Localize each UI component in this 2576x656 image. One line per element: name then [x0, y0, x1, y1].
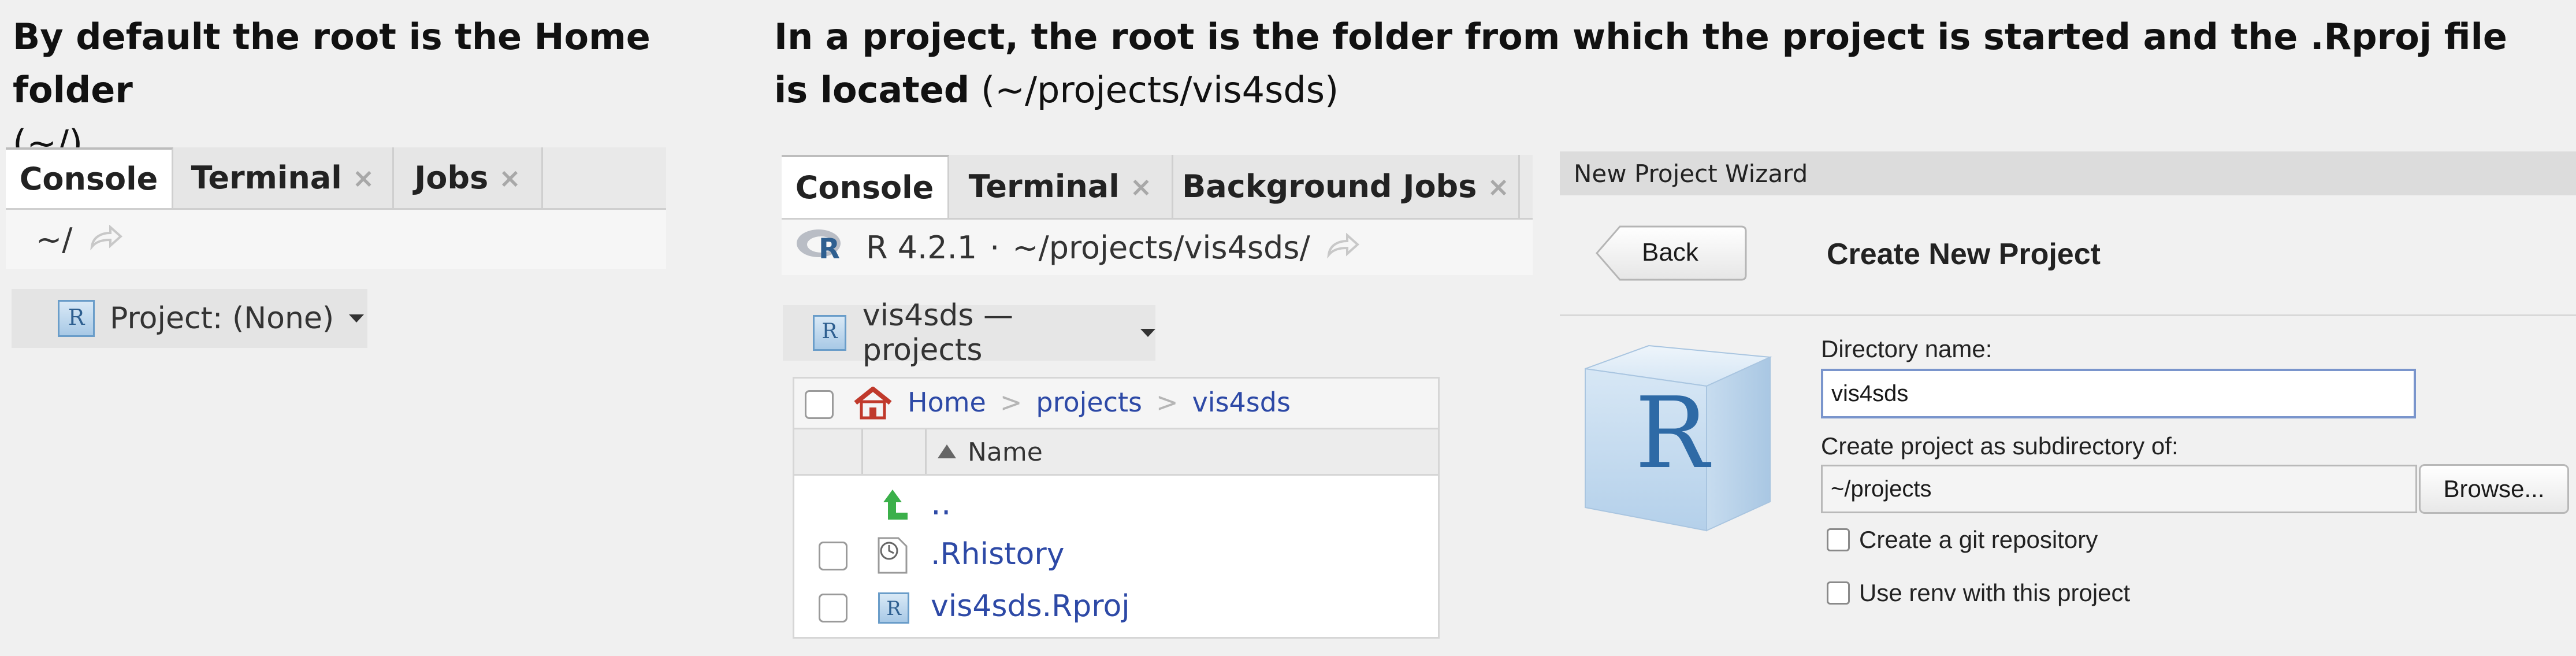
directory-name-value: vis4sds: [1831, 380, 1909, 406]
right-caption-line1: In a project, the root is the folder fro…: [774, 16, 2507, 58]
tab-background-jobs-label: Background Jobs: [1182, 168, 1477, 205]
close-icon[interactable]: ×: [1130, 171, 1153, 202]
left-caption-bold: By default the root is the Home folder: [13, 16, 650, 111]
breadcrumb-projects[interactable]: projects: [1036, 387, 1142, 418]
renv-option[interactable]: Use renv with this project: [1827, 579, 2130, 607]
column-header-name[interactable]: Name: [968, 438, 1043, 467]
sort-ascending-icon[interactable]: [938, 444, 956, 458]
wizard-title-bar: New Project Wizard: [1560, 151, 2576, 195]
r-project-icon: R: [58, 300, 95, 337]
tab-console[interactable]: Console: [6, 147, 173, 208]
breadcrumb-separator: >: [999, 387, 1023, 418]
left-caption: By default the root is the Home folder (…: [13, 10, 729, 170]
tab-console-label: Console: [19, 161, 158, 197]
middle-project-selector[interactable]: R vis4sds — projects: [783, 298, 1155, 368]
left-console-pathbar: ~/: [6, 210, 666, 269]
wizard-divider: [1560, 314, 2576, 316]
back-button-label: Back: [1642, 238, 1698, 266]
svg-text:R: R: [819, 233, 840, 262]
list-item[interactable]: .Rhistory: [794, 530, 1438, 582]
tab-terminal[interactable]: Terminal ×: [173, 147, 394, 208]
files-pane: Home > projects > vis4sds Name .. .Rhist…: [793, 377, 1440, 639]
close-icon[interactable]: ×: [1487, 171, 1510, 202]
row-checkbox[interactable]: [819, 594, 847, 622]
subdirectory-field[interactable]: ~/projects: [1821, 465, 2417, 513]
breadcrumb-vis4sds[interactable]: vis4sds: [1192, 387, 1291, 418]
r-logo-icon: R: [796, 226, 846, 269]
close-icon[interactable]: ×: [352, 162, 375, 194]
back-button[interactable]: Back: [1596, 225, 1747, 281]
tab-jobs-label: Jobs: [414, 160, 489, 196]
tab-terminal-label: Terminal: [191, 160, 342, 196]
console-path: ~/projects/vis4sds/: [1012, 229, 1310, 266]
subdirectory-label: Create project as subdirectory of:: [1821, 432, 2179, 459]
git-repo-label: Create a git repository: [1859, 526, 2098, 553]
rproj-icon: R: [878, 592, 909, 624]
browse-button[interactable]: Browse...: [2419, 464, 2569, 514]
breadcrumb: Home > projects > vis4sds: [794, 379, 1438, 429]
chevron-down-icon: [1140, 329, 1155, 337]
directory-name-field[interactable]: vis4sds: [1821, 369, 2416, 418]
close-icon[interactable]: ×: [499, 162, 521, 194]
git-repo-option[interactable]: Create a git repository: [1827, 526, 2098, 554]
wizard-heading: Create New Project: [1827, 238, 2101, 271]
renv-checkbox[interactable]: [1827, 581, 1850, 605]
list-item[interactable]: ..: [794, 478, 1438, 530]
tab-terminal[interactable]: Terminal ×: [949, 155, 1173, 218]
right-caption: In a project, the root is the folder fro…: [774, 10, 2565, 117]
wizard-window-title: New Project Wizard: [1574, 159, 1808, 188]
tab-background-jobs[interactable]: Background Jobs ×: [1173, 155, 1520, 218]
middle-tab-strip: Console Terminal × Background Jobs ×: [782, 155, 1533, 220]
path-separator: ·: [990, 229, 1000, 266]
middle-console-pathbar: R R 4.2.1 · ~/projects/vis4sds/: [782, 220, 1533, 275]
select-all-checkbox[interactable]: [805, 390, 834, 419]
home-icon[interactable]: [852, 386, 894, 422]
renv-label: Use renv with this project: [1859, 579, 2131, 606]
file-name[interactable]: ..: [931, 485, 951, 522]
right-caption-line2: is located: [774, 69, 970, 111]
project-label: Project: (None): [110, 301, 334, 336]
history-file-icon: [875, 537, 910, 582]
r-cube-logo-icon: R: [1579, 334, 1782, 550]
r-project-icon: R: [813, 315, 846, 351]
r-logo-letter: R: [1635, 376, 1712, 491]
list-item[interactable]: R vis4sds.Rproj: [794, 582, 1438, 634]
browse-button-label: Browse...: [2443, 475, 2545, 502]
file-name[interactable]: .Rhistory: [931, 537, 1065, 572]
forward-arrow-icon[interactable]: [1325, 229, 1360, 266]
console-path: ~/: [36, 221, 73, 258]
project-label: vis4sds — projects: [862, 298, 1013, 368]
row-checkbox[interactable]: [819, 542, 847, 570]
tab-console-label: Console: [795, 169, 934, 206]
directory-name-label: Directory name:: [1821, 335, 1993, 362]
right-caption-path: (~/projects/vis4sds): [980, 69, 1339, 111]
chevron-down-icon: [349, 314, 365, 323]
tab-jobs[interactable]: Jobs ×: [394, 147, 543, 208]
breadcrumb-separator: >: [1156, 387, 1179, 418]
subdirectory-value: ~/projects: [1831, 476, 1932, 502]
new-project-wizard: New Project Wizard Back Create New Proje…: [1560, 151, 2576, 640]
up-arrow-icon: [875, 486, 910, 529]
tab-terminal-label: Terminal: [968, 168, 1120, 205]
breadcrumb-home[interactable]: Home: [908, 387, 986, 418]
tab-console[interactable]: Console: [782, 155, 949, 218]
forward-arrow-icon[interactable]: [88, 221, 123, 258]
files-header-row: Name: [794, 429, 1438, 476]
left-project-selector[interactable]: R Project: (None): [12, 289, 367, 348]
r-version: R 4.2.1: [866, 229, 977, 266]
git-repo-checkbox[interactable]: [1827, 528, 1850, 551]
left-tab-strip: Console Terminal × Jobs ×: [6, 147, 666, 210]
file-name[interactable]: vis4sds.Rproj: [931, 589, 1130, 624]
